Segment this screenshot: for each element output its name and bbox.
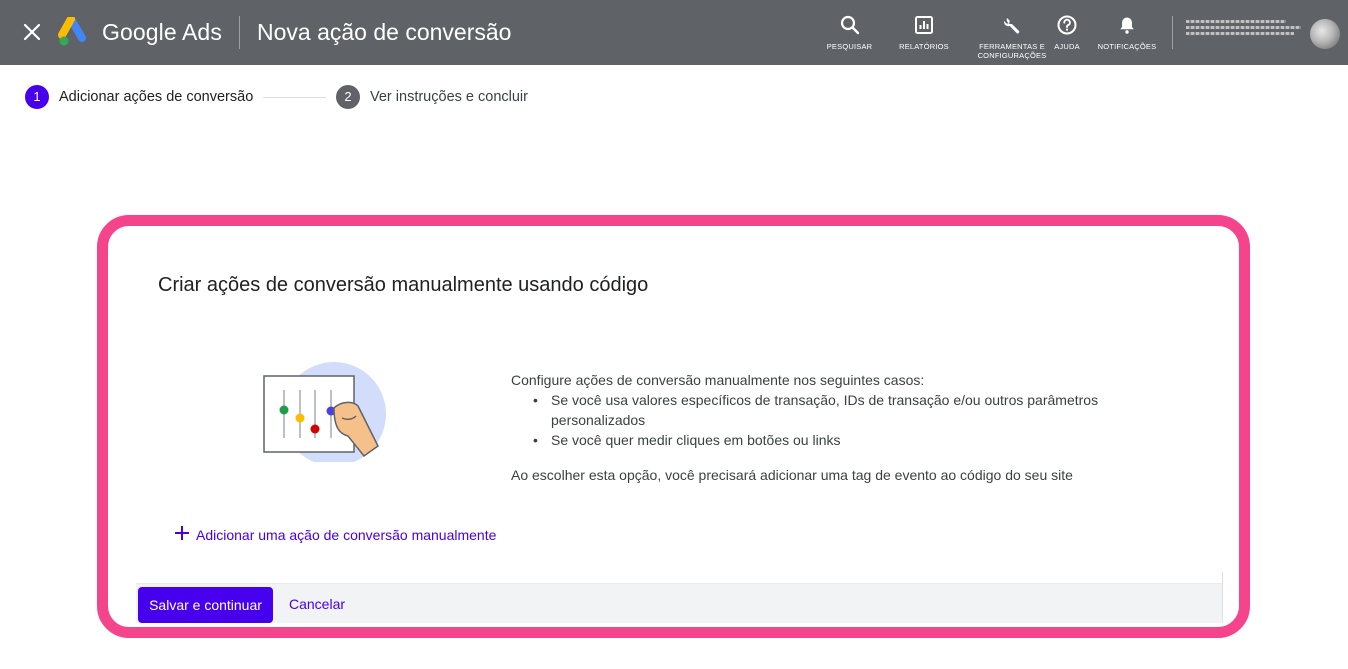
wrench-icon bbox=[1003, 18, 1020, 34]
plus-icon bbox=[173, 524, 191, 545]
stepper: 1 Adicionar ações de conversão 2 Ver ins… bbox=[0, 65, 1348, 125]
search-button[interactable]: PESQUISAR bbox=[822, 14, 877, 51]
step-2-label: Ver instruções e concluir bbox=[370, 89, 528, 105]
search-icon bbox=[840, 15, 859, 35]
tools-settings-button[interactable]: FERRAMENTAS E CONFIGURAÇÕES bbox=[972, 14, 1052, 60]
step-1-number: 1 bbox=[25, 85, 49, 109]
step-2-number: 2 bbox=[336, 85, 360, 109]
notifications-label: NOTIFICAÇÕES bbox=[1097, 42, 1157, 51]
cancel-button[interactable]: Cancelar bbox=[289, 596, 345, 612]
reports-button[interactable]: RELATÓRIOS bbox=[896, 14, 952, 51]
bell-icon bbox=[1120, 17, 1134, 34]
search-label: PESQUISAR bbox=[826, 42, 873, 51]
manual-setup-illustration bbox=[258, 358, 390, 466]
account-info[interactable] bbox=[1186, 20, 1301, 46]
header-divider bbox=[239, 16, 240, 49]
save-continue-button[interactable]: Salvar e continuar bbox=[138, 587, 273, 623]
add-conversion-action-label: Adicionar uma ação de conversão manualme… bbox=[196, 526, 497, 543]
description-note: Ao escolher esta opção, você precisará a… bbox=[511, 467, 1073, 483]
tools-label-2: CONFIGURAÇÕES bbox=[977, 51, 1047, 60]
footer-edge bbox=[1222, 572, 1223, 623]
notifications-button[interactable]: NOTIFICAÇÕES bbox=[1094, 14, 1160, 51]
card-description: Configure ações de conversão manualmente… bbox=[511, 370, 1151, 485]
help-icon bbox=[1057, 15, 1077, 35]
reports-label: RELATÓRIOS bbox=[899, 42, 949, 51]
description-bullet: Se você usa valores específicos de trans… bbox=[533, 390, 1151, 430]
page-title: Nova ação de conversão bbox=[257, 19, 512, 45]
card-title: Criar ações de conversão manualmente usa… bbox=[158, 274, 649, 296]
description-list: Se você usa valores específicos de trans… bbox=[533, 390, 1151, 450]
tools-label-1: FERRAMENTAS E bbox=[979, 42, 1045, 51]
add-conversion-action-link[interactable]: Adicionar uma ação de conversão manualme… bbox=[173, 524, 496, 545]
header-divider-2 bbox=[1172, 16, 1173, 49]
help-button[interactable]: AJUDA bbox=[1050, 14, 1084, 51]
description-intro: Configure ações de conversão manualmente… bbox=[511, 372, 925, 388]
step-1-label: Adicionar ações de conversão bbox=[59, 89, 254, 105]
description-bullet: Se você quer medir cliques em botões ou … bbox=[533, 430, 1151, 450]
close-icon[interactable] bbox=[20, 20, 44, 44]
google-ads-logo-icon bbox=[58, 15, 92, 47]
account-avatar[interactable] bbox=[1310, 19, 1340, 49]
step-connector bbox=[263, 97, 326, 98]
reports-icon bbox=[915, 16, 933, 34]
top-app-bar: Google Ads Nova ação de conversão PESQUI… bbox=[0, 0, 1348, 65]
help-label: AJUDA bbox=[1054, 42, 1080, 51]
brand-name: Google Ads bbox=[102, 19, 222, 45]
